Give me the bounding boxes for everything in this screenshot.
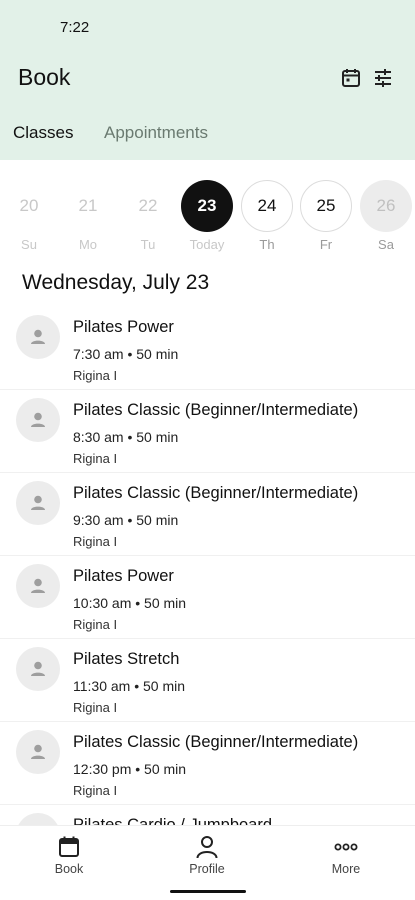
day-today[interactable]: 23 Today [180, 180, 234, 260]
day-number: 20 [19, 196, 39, 215]
tab-appointments[interactable]: Appointments [104, 123, 208, 143]
day-sunday[interactable]: 20 Su [2, 180, 56, 260]
class-item[interactable]: Pilates Classic (Beginner/Intermediate) … [0, 473, 415, 556]
class-name: Pilates Classic (Beginner/Intermediate) [73, 733, 359, 751]
person-icon [16, 481, 60, 525]
day-thursday[interactable]: 24 Th [240, 180, 294, 260]
tab-bar: Classes Appointments [0, 120, 415, 150]
nav-more[interactable]: More [306, 834, 386, 876]
nav-book[interactable]: Book [29, 834, 109, 876]
class-time: 10:30 am • 50 min [73, 595, 187, 611]
day-number: 26 [360, 180, 412, 232]
filter-icon[interactable] [372, 67, 394, 89]
class-list: Pilates Power 7:30 am • 50 min Rigina I … [0, 307, 415, 825]
day-number: 22 [138, 196, 158, 215]
calendar-icon[interactable] [340, 67, 362, 89]
class-time: 8:30 am • 50 min [73, 429, 179, 445]
day-label: Tu [140, 237, 156, 252]
person-icon [16, 315, 60, 359]
class-item[interactable]: Pilates Classic (Beginner/Intermediate) … [0, 722, 415, 805]
day-label: Fr [319, 237, 333, 252]
date-heading: Wednesday, July 23 [22, 271, 210, 294]
day-label: Sa [378, 237, 394, 252]
home-indicator [170, 890, 246, 893]
class-item[interactable]: Pilates Power 7:30 am • 50 min Rigina I [0, 307, 415, 390]
day-tuesday[interactable]: 22 Tu [121, 180, 175, 260]
calendar-icon [56, 834, 82, 860]
nav-profile[interactable]: Profile [167, 834, 247, 876]
class-name: Pilates Classic (Beginner/Intermediate) [73, 401, 359, 419]
class-name: Pilates Power [73, 318, 174, 336]
nav-label: More [331, 862, 361, 876]
class-item[interactable]: Pilates Cardio / Jumpboard [0, 805, 415, 825]
day-number: 25 [300, 180, 352, 232]
person-icon [16, 564, 60, 608]
nav-label: Book [54, 862, 84, 876]
day-number: 21 [78, 196, 98, 215]
class-instructor: Rigina I [73, 700, 118, 715]
day-label: Th [259, 237, 275, 252]
class-instructor: Rigina I [73, 368, 118, 383]
day-selector: 20 Su 21 Mo 22 Tu 23 Today 24 Th 25 Fr 2… [0, 180, 415, 260]
person-icon [16, 398, 60, 442]
day-number: 24 [241, 180, 293, 232]
more-dots-icon [333, 834, 359, 860]
class-item[interactable]: Pilates Classic (Beginner/Intermediate) … [0, 390, 415, 473]
class-time: 7:30 am • 50 min [73, 346, 179, 362]
class-instructor: Rigina I [73, 451, 118, 466]
class-item[interactable]: Pilates Power 10:30 am • 50 min Rigina I [0, 556, 415, 639]
header: 7:22 Book Classes Appointments [0, 0, 415, 160]
class-name: Pilates Cardio / Jumpboard [73, 816, 273, 825]
class-item[interactable]: Pilates Stretch 11:30 am • 50 min Rigina… [0, 639, 415, 722]
person-icon [194, 834, 220, 860]
class-name: Pilates Stretch [73, 650, 180, 668]
class-time: 9:30 am • 50 min [73, 512, 179, 528]
tab-classes[interactable]: Classes [13, 123, 73, 143]
page-title: Book [18, 64, 71, 90]
person-icon [16, 813, 60, 825]
day-label: Today [189, 237, 225, 252]
nav-label: Profile [189, 862, 225, 876]
class-time: 11:30 am • 50 min [73, 678, 186, 694]
day-saturday[interactable]: 26 Sa [359, 180, 413, 260]
day-number: 23 [181, 180, 233, 232]
class-time: 12:30 pm • 50 min [73, 761, 187, 777]
status-time: 7:22 [60, 19, 90, 36]
bottom-nav: Book Profile More [0, 825, 415, 900]
day-label: Mo [78, 237, 98, 252]
class-name: Pilates Classic (Beginner/Intermediate) [73, 484, 359, 502]
class-instructor: Rigina I [73, 534, 118, 549]
person-icon [16, 647, 60, 691]
day-label: Su [21, 237, 37, 252]
day-monday[interactable]: 21 Mo [61, 180, 115, 260]
day-friday[interactable]: 25 Fr [299, 180, 353, 260]
class-instructor: Rigina I [73, 617, 118, 632]
class-name: Pilates Power [73, 567, 174, 585]
class-instructor: Rigina I [73, 783, 118, 798]
person-icon [16, 730, 60, 774]
